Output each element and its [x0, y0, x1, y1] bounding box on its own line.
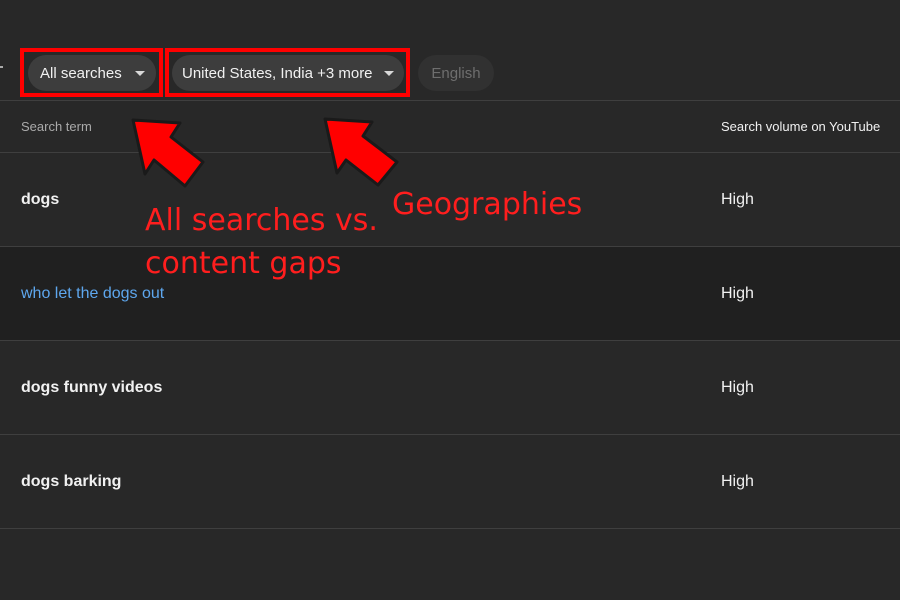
arrow-to-search-type-icon — [131, 118, 205, 188]
arrow-to-geography-icon — [323, 117, 399, 187]
annotation-arrows — [131, 117, 399, 188]
annotation-geographies-note: Geographies — [392, 187, 583, 222]
annotation-searches-note: All searches vs. content gaps — [145, 203, 378, 281]
